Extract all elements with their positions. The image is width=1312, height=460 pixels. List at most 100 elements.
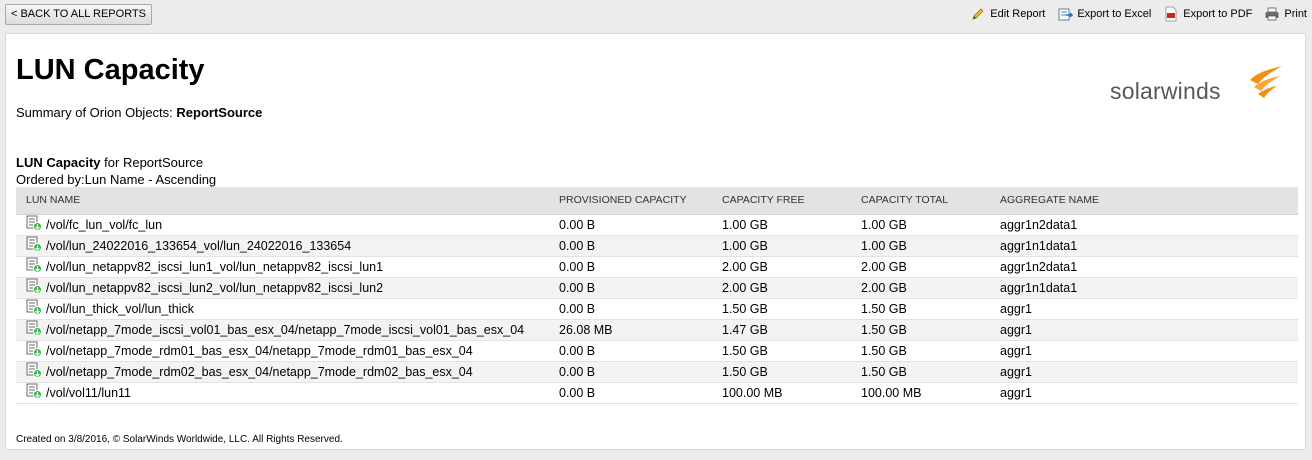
capacity-total-cell: 1.50 GB <box>851 298 990 320</box>
capacity-total-cell: 100.00 MB <box>851 382 990 404</box>
capacity-free-cell: 1.50 GB <box>712 361 851 383</box>
footer-copyright: Created on 3/8/2016, © SolarWinds Worldw… <box>16 434 343 445</box>
lun-name-wrapper: /vol/netapp_7mode_rdm01_bas_esx_04/netap… <box>26 341 549 360</box>
lun-name-cell: /vol/lun_thick_vol/lun_thick <box>16 298 549 320</box>
lun-status-up-icon <box>26 341 42 360</box>
section-title-for: for <box>104 155 120 170</box>
capacity-total-cell: 1.00 GB <box>851 214 990 236</box>
column-header-lun-name: LUN NAME <box>16 187 549 215</box>
aggregate-name-cell: aggr1n1data1 <box>990 277 1298 299</box>
lun-status-up-icon <box>26 257 42 276</box>
lun-name-link[interactable]: /vol/lun_netappv82_iscsi_lun1_vol/lun_ne… <box>46 260 383 274</box>
lun-name-cell: /vol/lun_netappv82_iscsi_lun2_vol/lun_ne… <box>16 277 549 299</box>
lun-name-link[interactable]: /vol/lun_24022016_133654_vol/lun_2402201… <box>46 239 351 253</box>
print-link[interactable]: Print <box>1264 6 1307 22</box>
lun-name-link[interactable]: /vol/vol11/lun11 <box>46 386 131 400</box>
lun-name-cell: /vol/lun_24022016_133654_vol/lun_2402201… <box>16 235 549 257</box>
aggregate-name-cell: aggr1n2data1 <box>990 214 1298 236</box>
lun-name-link[interactable]: /vol/lun_netappv82_iscsi_lun2_vol/lun_ne… <box>46 281 383 295</box>
provisioned-capacity-cell: 0.00 B <box>549 361 712 383</box>
export-pdf-label: Export to PDF <box>1183 8 1253 20</box>
lun-name-link[interactable]: /vol/netapp_7mode_rdm01_bas_esx_04/netap… <box>46 344 473 358</box>
capacity-free-cell: 1.50 GB <box>712 340 851 362</box>
aggregate-name-cell: aggr1 <box>990 361 1298 383</box>
lun-status-up-icon <box>26 278 42 297</box>
table-row: /vol/vol11/lun11 0.00 B 100.00 MB 100.00 MB… <box>16 382 1298 404</box>
table-row: /vol/lun_24022016_133654_vol/lun_2402201… <box>16 235 1298 257</box>
table-header-row: LUN NAME PROVISIONED CAPACITY CAPACITY F… <box>16 187 1298 215</box>
lun-name-wrapper: /vol/lun_netappv82_iscsi_lun2_vol/lun_ne… <box>26 278 549 297</box>
lun-name-cell: /vol/netapp_7mode_iscsi_vol01_bas_esx_04… <box>16 319 549 341</box>
table-row: /vol/lun_netappv82_iscsi_lun2_vol/lun_ne… <box>16 277 1298 299</box>
logo-wordmark: solarwinds <box>1110 78 1221 104</box>
export-to-excel-link[interactable]: Export to Excel <box>1057 6 1151 22</box>
table-row: /vol/netapp_7mode_iscsi_vol01_bas_esx_04… <box>16 319 1298 341</box>
lun-name-wrapper: /vol/lun_24022016_133654_vol/lun_2402201… <box>26 236 549 255</box>
report-actions: Edit Report Export to Excel Export to PD… <box>958 4 1307 24</box>
solarwinds-logo: solarwinds <box>1110 60 1290 110</box>
provisioned-capacity-cell: 0.00 B <box>549 256 712 278</box>
report-panel: LUN Capacity Summary of Orion Objects: R… <box>5 33 1306 450</box>
back-to-all-reports-button[interactable]: < BACK TO ALL REPORTS <box>5 4 152 25</box>
export-excel-label: Export to Excel <box>1077 8 1152 20</box>
capacity-free-cell: 1.50 GB <box>712 298 851 320</box>
capacity-free-cell: 1.00 GB <box>712 214 851 236</box>
lun-status-up-icon <box>26 383 42 402</box>
capacity-total-cell: 1.00 GB <box>851 235 990 257</box>
lun-status-up-icon <box>26 236 42 255</box>
lun-capacity-table: LUN NAME PROVISIONED CAPACITY CAPACITY F… <box>16 187 1298 404</box>
summary-source: ReportSource <box>176 105 263 120</box>
table-row: /vol/netapp_7mode_rdm02_bas_esx_04/netap… <box>16 361 1298 383</box>
print-label: Print <box>1284 8 1307 20</box>
lun-name-link[interactable]: /vol/netapp_7mode_rdm02_bas_esx_04/netap… <box>46 365 473 379</box>
lun-name-wrapper: /vol/netapp_7mode_rdm02_bas_esx_04/netap… <box>26 362 549 381</box>
table-row: /vol/netapp_7mode_rdm01_bas_esx_04/netap… <box>16 340 1298 362</box>
ordered-by-text: Ordered by:Lun Name - Ascending <box>16 172 217 187</box>
table-row: /vol/lun_thick_vol/lun_thick 0.00 B 1.50 G… <box>16 298 1298 320</box>
capacity-total-cell: 2.00 GB <box>851 277 990 299</box>
column-header-capacity-total: CAPACITY TOTAL <box>851 187 990 215</box>
edit-report-label: Edit Report <box>990 8 1046 20</box>
top-toolbar: < BACK TO ALL REPORTS Edit Report Export… <box>0 0 1312 30</box>
section-title-source: ReportSource <box>122 155 204 170</box>
export-excel-icon <box>1058 8 1074 21</box>
aggregate-name-cell: aggr1 <box>990 319 1298 341</box>
lun-name-link[interactable]: /vol/lun_thick_vol/lun_thick <box>46 302 194 316</box>
column-header-aggregate-name: AGGREGATE NAME <box>990 187 1298 215</box>
lun-name-link[interactable]: /vol/fc_lun_vol/fc_lun <box>46 218 162 232</box>
aggregate-name-cell: aggr1n2data1 <box>990 256 1298 278</box>
provisioned-capacity-cell: 0.00 B <box>549 340 712 362</box>
capacity-free-cell: 2.00 GB <box>712 277 851 299</box>
provisioned-capacity-cell: 26.08 MB <box>549 319 712 341</box>
lun-name-wrapper: /vol/fc_lun_vol/fc_lun <box>26 215 549 234</box>
lun-name-cell: /vol/netapp_7mode_rdm02_bas_esx_04/netap… <box>16 361 549 383</box>
capacity-total-cell: 1.50 GB <box>851 361 990 383</box>
section-title: LUN Capacity for ReportSource <box>16 155 203 170</box>
capacity-free-cell: 1.00 GB <box>712 235 851 257</box>
lun-name-cell: /vol/lun_netappv82_iscsi_lun1_vol/lun_ne… <box>16 256 549 278</box>
capacity-total-cell: 1.50 GB <box>851 319 990 341</box>
pencil-icon <box>972 8 984 20</box>
capacity-total-cell: 2.00 GB <box>851 256 990 278</box>
lun-name-wrapper: /vol/lun_netappv82_iscsi_lun1_vol/lun_ne… <box>26 257 549 276</box>
edit-report-link[interactable]: Edit Report <box>970 6 1045 22</box>
capacity-free-cell: 2.00 GB <box>712 256 851 278</box>
lun-name-cell: /vol/netapp_7mode_rdm01_bas_esx_04/netap… <box>16 340 549 362</box>
summary-prefix: Summary of Orion Objects: <box>16 105 173 120</box>
logo-flame-icon <box>1250 66 1282 98</box>
report-title: LUN Capacity <box>16 54 205 86</box>
lun-status-up-icon <box>26 299 42 318</box>
lun-name-wrapper: /vol/lun_thick_vol/lun_thick <box>26 299 549 318</box>
aggregate-name-cell: aggr1 <box>990 298 1298 320</box>
export-to-pdf-link[interactable]: Export to PDF <box>1163 6 1252 22</box>
provisioned-capacity-cell: 0.00 B <box>549 382 712 404</box>
provisioned-capacity-cell: 0.00 B <box>549 298 712 320</box>
lun-status-up-icon <box>26 362 42 381</box>
lun-name-link[interactable]: /vol/netapp_7mode_iscsi_vol01_bas_esx_04… <box>46 323 524 337</box>
capacity-free-cell: 100.00 MB <box>712 382 851 404</box>
pdf-icon <box>1165 6 1177 22</box>
aggregate-name-cell: aggr1 <box>990 340 1298 362</box>
table-row: /vol/fc_lun_vol/fc_lun 0.00 B 1.00 GB 1.00 … <box>16 214 1298 236</box>
capacity-total-cell: 1.50 GB <box>851 340 990 362</box>
lun-name-wrapper: /vol/vol11/lun11 <box>26 383 549 402</box>
